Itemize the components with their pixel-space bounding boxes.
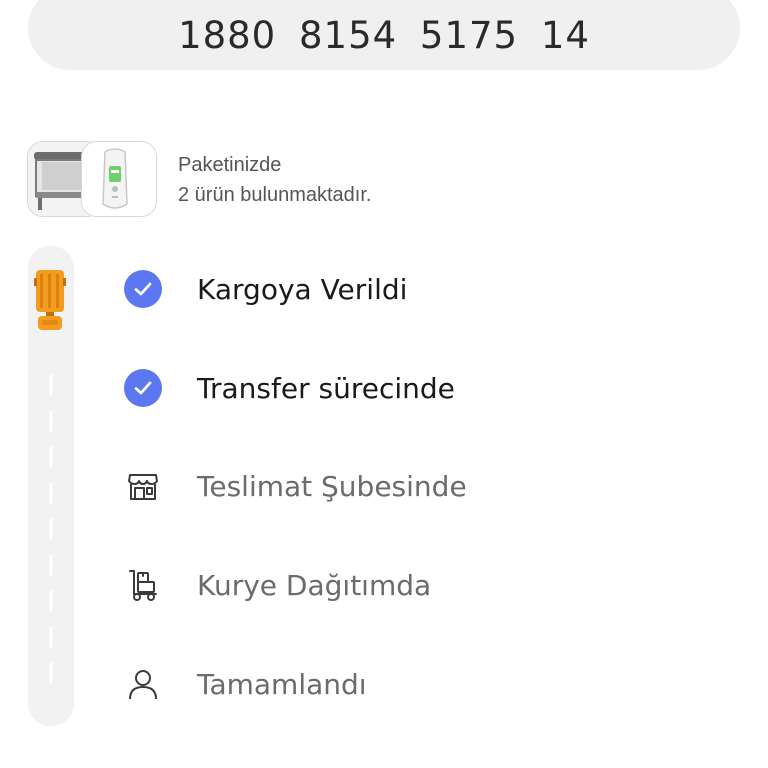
package-description: Paketinizde 2 ürün bulunmaktadır. — [178, 150, 458, 210]
person-icon — [118, 659, 168, 709]
step-label: Transfer sürecinde — [197, 371, 455, 405]
tracking-number: 1880 8154 5175 14 — [178, 13, 590, 57]
product-thumbnails — [27, 141, 157, 217]
hand-truck-icon — [118, 560, 168, 610]
store-icon — [118, 461, 168, 511]
step-label: Kurye Dağıtımda — [197, 568, 432, 602]
step-tamamlandi: Tamamlandı — [118, 659, 367, 709]
step-label: Teslimat Şubesinde — [197, 469, 467, 503]
step-kargoya-verildi: Kargoya Verildi — [118, 264, 407, 314]
package-summary[interactable]: Paketinizde 2 ürün bulunmaktadır. — [27, 141, 371, 217]
delivery-truck-icon — [34, 268, 66, 332]
step-label: Tamamlandı — [197, 667, 367, 701]
thermometer-product-icon — [81, 141, 157, 217]
step-transfer-surecinde: Transfer sürecinde — [118, 363, 455, 413]
check-circle-icon — [118, 363, 168, 413]
check-circle-icon — [118, 264, 168, 314]
package-line-1: Paketinizde — [178, 154, 282, 176]
step-teslimat-subesinde: Teslimat Şubesinde — [118, 461, 467, 511]
package-line-2: 2 ürün bulunmaktadır. — [178, 184, 372, 206]
step-label: Kargoya Verildi — [197, 272, 408, 306]
tracking-number-card[interactable]: 1880 8154 5175 14 — [28, 0, 740, 70]
step-kurye-dagitimda: Kurye Dağıtımda — [118, 560, 431, 610]
